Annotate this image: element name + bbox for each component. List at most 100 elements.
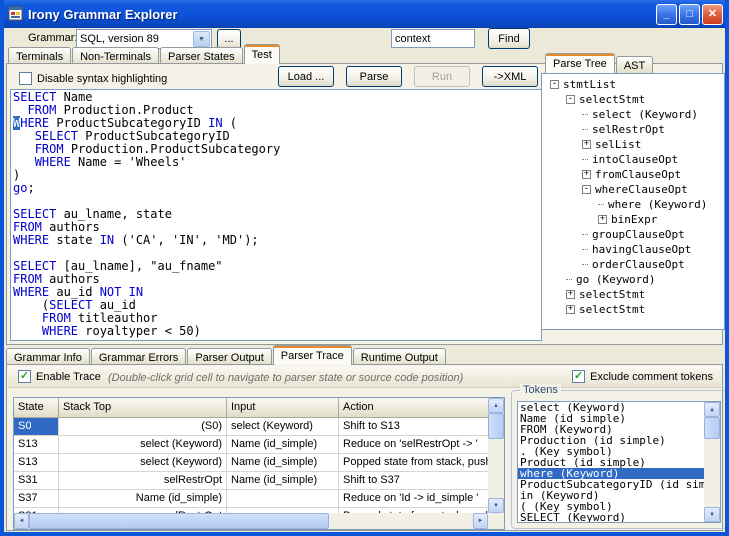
list-item[interactable]: Product (id_simple)	[518, 457, 720, 468]
tree-node[interactable]: +binExpr	[542, 212, 724, 227]
parse-button[interactable]: Parse	[346, 66, 402, 87]
close-button[interactable]: ✕	[702, 4, 723, 25]
grid-cell[interactable]: select (Keyword)	[227, 418, 339, 435]
disable-highlight-checkbox[interactable]	[19, 72, 32, 85]
grid-cell[interactable]: S13	[14, 436, 59, 453]
grid-cell[interactable]: Name (id_simple)	[227, 436, 339, 453]
tree-node[interactable]: intoClauseOpt	[542, 152, 724, 167]
tree-node[interactable]: +selectStmt	[542, 287, 724, 302]
maximize-button[interactable]: □	[679, 4, 700, 25]
tab-terminals[interactable]: Terminals	[8, 47, 71, 64]
scroll-left-icon[interactable]: ◄	[14, 513, 29, 529]
grid-cell[interactable]: S0	[14, 418, 59, 435]
tree-node[interactable]: orderClauseOpt	[542, 257, 724, 272]
expand-icon[interactable]: +	[566, 305, 575, 314]
scroll-up-icon[interactable]: ▲	[488, 398, 504, 413]
grid-cell[interactable]: (S0)	[59, 418, 227, 435]
list-item[interactable]: in (Keyword)	[518, 490, 720, 501]
tab-runtime-output[interactable]: Runtime Output	[353, 348, 446, 365]
tree-node[interactable]: +fromClauseOpt	[542, 167, 724, 182]
tree-node[interactable]: groupClauseOpt	[542, 227, 724, 242]
grid-cell[interactable]: Reduce on 'Id -> id_simple '	[339, 490, 488, 507]
collapse-icon[interactable]: -	[550, 80, 559, 89]
grid-cell[interactable]: Name (id_simple)	[227, 472, 339, 489]
minimize-button[interactable]: _	[656, 4, 677, 25]
parse-tree-view[interactable]: -stmtList-selectStmtselect (Keyword)selR…	[541, 73, 725, 330]
grid-cell[interactable]: selRestrOpt	[59, 472, 227, 489]
search-input[interactable]	[391, 29, 475, 48]
tokens-list[interactable]: select (Keyword)Name (id_simple)FROM (Ke…	[517, 401, 721, 523]
expand-icon[interactable]: +	[582, 170, 591, 179]
tree-node[interactable]: -stmtList	[542, 77, 724, 92]
grid-cell[interactable]: select (Keyword)	[59, 454, 227, 471]
list-item[interactable]: where (Keyword)	[518, 468, 720, 479]
tree-node[interactable]: select (Keyword)	[542, 107, 724, 122]
list-item[interactable]: Name (id_simple)	[518, 413, 720, 424]
run-button[interactable]: Run	[414, 66, 470, 87]
grid-cell[interactable]: Popped state from stack, pushing selRest…	[339, 454, 488, 471]
list-item[interactable]: FROM (Keyword)	[518, 424, 720, 435]
tree-node[interactable]: selRestrOpt	[542, 122, 724, 137]
tree-node[interactable]: -whereClauseOpt	[542, 182, 724, 197]
list-item[interactable]: . (Key symbol)	[518, 446, 720, 457]
tab-parser-states[interactable]: Parser States	[160, 47, 243, 64]
tab-grammar-info[interactable]: Grammar Info	[6, 348, 90, 365]
grid-cell[interactable]	[227, 490, 339, 507]
exclude-comment-checkbox[interactable]: ✓	[572, 370, 585, 383]
list-item[interactable]: ProductSubcategoryID (id_simple)	[518, 479, 720, 490]
enable-trace-checkbox[interactable]: ✓	[18, 370, 31, 383]
grid-cell[interactable]: Name (id_simple)	[227, 454, 339, 471]
scroll-up-icon[interactable]: ▲	[704, 402, 720, 417]
table-row[interactable]: S0(S0)select (Keyword)Shift to S13	[14, 418, 488, 436]
tab-grammar-errors[interactable]: Grammar Errors	[91, 348, 186, 365]
scroll-down-icon[interactable]: ▼	[488, 498, 504, 513]
expand-icon[interactable]: +	[582, 140, 591, 149]
tab-non-terminals[interactable]: Non-Terminals	[72, 47, 159, 64]
tab-parse-tree[interactable]: Parse Tree	[545, 53, 615, 73]
xml-button[interactable]: ->XML	[482, 66, 538, 87]
tree-node[interactable]: where (Keyword)	[542, 197, 724, 212]
tree-node[interactable]: +selList	[542, 137, 724, 152]
grid-header-action[interactable]: Action	[339, 398, 488, 418]
titlebar[interactable]: Irony Grammar Explorer _ □ ✕	[0, 0, 729, 28]
grid-vertical-scrollbar[interactable]: ▲ ▼	[488, 398, 504, 513]
expand-icon[interactable]: +	[598, 215, 607, 224]
tab-parser-output[interactable]: Parser Output	[187, 348, 271, 365]
grid-cell[interactable]: Name (id_simple)	[59, 490, 227, 507]
grid-cell[interactable]: select (Keyword)	[59, 436, 227, 453]
grid-header-input[interactable]: Input	[227, 398, 339, 418]
table-row[interactable]: S31selRestrOptName (id_simple)Shift to S…	[14, 472, 488, 490]
tokens-vscroll-thumb[interactable]	[704, 417, 720, 439]
grid-header-state[interactable]: State	[14, 398, 59, 418]
expand-icon[interactable]: +	[566, 290, 575, 299]
table-row[interactable]: S37Name (id_simple) Reduce on 'Id -> id_s…	[14, 490, 488, 508]
find-button[interactable]: Find	[488, 28, 530, 49]
scroll-down-icon[interactable]: ▼	[704, 507, 720, 522]
tab-test[interactable]: Test	[244, 44, 280, 64]
load-button[interactable]: Load ...	[278, 66, 334, 87]
list-item[interactable]: Production (id_simple)	[518, 435, 720, 446]
grid-cell[interactable]: Reduce on 'selRestrOpt -> '	[339, 436, 488, 453]
grid-horizontal-scrollbar[interactable]: ◄ ►	[14, 513, 488, 529]
tree-node[interactable]: go (Keyword)	[542, 272, 724, 287]
tree-node[interactable]: +selectStmt	[542, 302, 724, 317]
tree-node[interactable]: havingClauseOpt	[542, 242, 724, 257]
tokens-vertical-scrollbar[interactable]: ▲ ▼	[704, 402, 720, 522]
grid-cell[interactable]: S13	[14, 454, 59, 471]
collapse-icon[interactable]: -	[566, 95, 575, 104]
table-row[interactable]: S13select (Keyword)Name (id_simple)Poppe…	[14, 454, 488, 472]
list-item[interactable]: select (Keyword)	[518, 402, 720, 413]
grid-cell[interactable]: S37	[14, 490, 59, 507]
table-row[interactable]: S13select (Keyword)Name (id_simple)Reduc…	[14, 436, 488, 454]
grid-cell[interactable]: S31	[14, 472, 59, 489]
collapse-icon[interactable]: -	[582, 185, 591, 194]
grid-hscroll-thumb[interactable]	[29, 513, 329, 529]
tab-ast[interactable]: AST	[616, 56, 653, 73]
grid-cell[interactable]: Shift to S37	[339, 472, 488, 489]
list-item[interactable]: SELECT (Keyword)	[518, 512, 720, 523]
grid-header-stack-top[interactable]: Stack Top	[59, 398, 227, 418]
tab-parser-trace[interactable]: Parser Trace	[273, 345, 352, 365]
grid-vscroll-thumb[interactable]	[488, 413, 504, 439]
code-editor[interactable]: SELECT Name FROM Production.ProductWHERE…	[10, 89, 542, 341]
tree-node[interactable]: -selectStmt	[542, 92, 724, 107]
